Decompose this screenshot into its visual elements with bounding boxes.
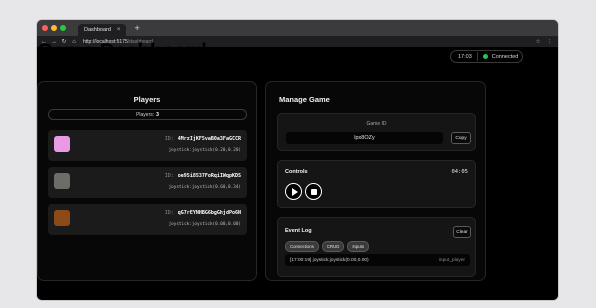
controls-title: Controls — [285, 169, 308, 175]
game-id-field[interactable]: lpx8OZy — [286, 132, 443, 144]
connected-dot-icon — [482, 54, 488, 59]
current-time: 17:03 — [458, 53, 472, 60]
player-card[interactable]: ID: oe95i8537FoRqiIWqpKDS joystick:joysti… — [48, 167, 247, 198]
window-controls — [42, 25, 66, 31]
stop-button[interactable] — [305, 183, 322, 200]
manage-game-panel: Manage Game Game ID lpx8OZy Copy Control… — [265, 81, 486, 281]
filter-crud[interactable]: CRUD — [321, 241, 345, 252]
play-icon — [291, 187, 298, 196]
players-title: Players — [133, 95, 161, 104]
player-id: qG7rEYNHBG6bgGhjdPo6N — [177, 210, 241, 216]
players-count-label: Players: — [136, 111, 155, 118]
browser-tab-bar: Dashboard × + — [37, 20, 558, 36]
player-card[interactable]: ID: qG7rEYNHBG6bgGhjdPo6N joystick:joysti… — [48, 204, 247, 235]
player-input-state: joystick:joystick(0.20,0.20) — [168, 148, 241, 153]
player-card[interactable]: ID: 4MrzIjKF5vaB0a3FaGCCR joystick:joysti… — [48, 130, 247, 161]
player-color-swatch — [54, 173, 70, 189]
connection-status-text: Connected — [491, 53, 519, 60]
event-log-filters: Connections CRUD Inputs — [285, 241, 370, 252]
player-id: oe95i8537FoRqiIWqpKDS — [177, 173, 241, 179]
game-timer: 04:05 — [451, 169, 468, 175]
tab-title: Dashboard — [84, 27, 111, 33]
manage-game-title: Manage Game — [279, 95, 330, 104]
event-log-card: Event Log Clear Connections CRUD Inputs … — [277, 217, 476, 277]
stop-icon — [310, 188, 317, 195]
game-id-card: Game ID lpx8OZy Copy — [277, 113, 476, 151]
tab-close-icon[interactable]: × — [117, 27, 121, 33]
player-input-state: joystick:joystick(0.00,0.00) — [168, 222, 241, 227]
divider — [476, 52, 478, 61]
clear-log-button[interactable]: Clear — [453, 226, 471, 238]
players-count-value: 3 — [156, 111, 159, 118]
browser-menu-icon[interactable]: ⋮ — [547, 39, 553, 45]
play-button[interactable] — [285, 183, 302, 200]
player-input-state: joystick:joystick(0.60,0.34) — [168, 185, 241, 190]
log-entry: [17:00:19] joystick:joystick(0.00,0.00) … — [285, 254, 470, 266]
player-id-label: ID: — [164, 136, 174, 142]
player-id-label: ID: — [164, 173, 174, 179]
copy-button[interactable]: Copy — [451, 132, 471, 144]
game-id-label: Game ID — [366, 121, 387, 127]
player-color-swatch — [54, 136, 70, 152]
new-tab-button[interactable]: + — [134, 23, 139, 33]
log-entry-message: [17:00:19] joystick:joystick(0.00,0.00) — [290, 257, 369, 263]
controls-card: Controls 04:05 — [277, 160, 476, 208]
filter-inputs[interactable]: Inputs — [347, 241, 370, 252]
player-color-swatch — [54, 210, 70, 226]
page-title: Game Dashboard — [37, 40, 207, 63]
event-log-title: Event Log — [285, 228, 312, 234]
player-id: 4MrzIjKF5vaB0a3FaGCCR — [177, 136, 241, 142]
browser-tab[interactable]: Dashboard × — [78, 24, 127, 36]
player-id-label: ID: — [164, 210, 174, 216]
close-window-icon[interactable] — [42, 25, 48, 31]
players-count-badge: Players: 3 — [48, 109, 247, 120]
maximize-window-icon[interactable] — [60, 25, 66, 31]
log-entry-tag: input_player — [438, 257, 465, 263]
players-panel: Players Players: 3 ID: 4MrzIjKF5vaB0a3FaG… — [37, 81, 257, 281]
filter-connections[interactable]: Connections — [285, 241, 319, 252]
connection-status-badge: 17:03 Connected — [450, 50, 523, 63]
bookmark-star-icon[interactable]: ☆ — [536, 39, 541, 45]
minimize-window-icon[interactable] — [51, 25, 57, 31]
